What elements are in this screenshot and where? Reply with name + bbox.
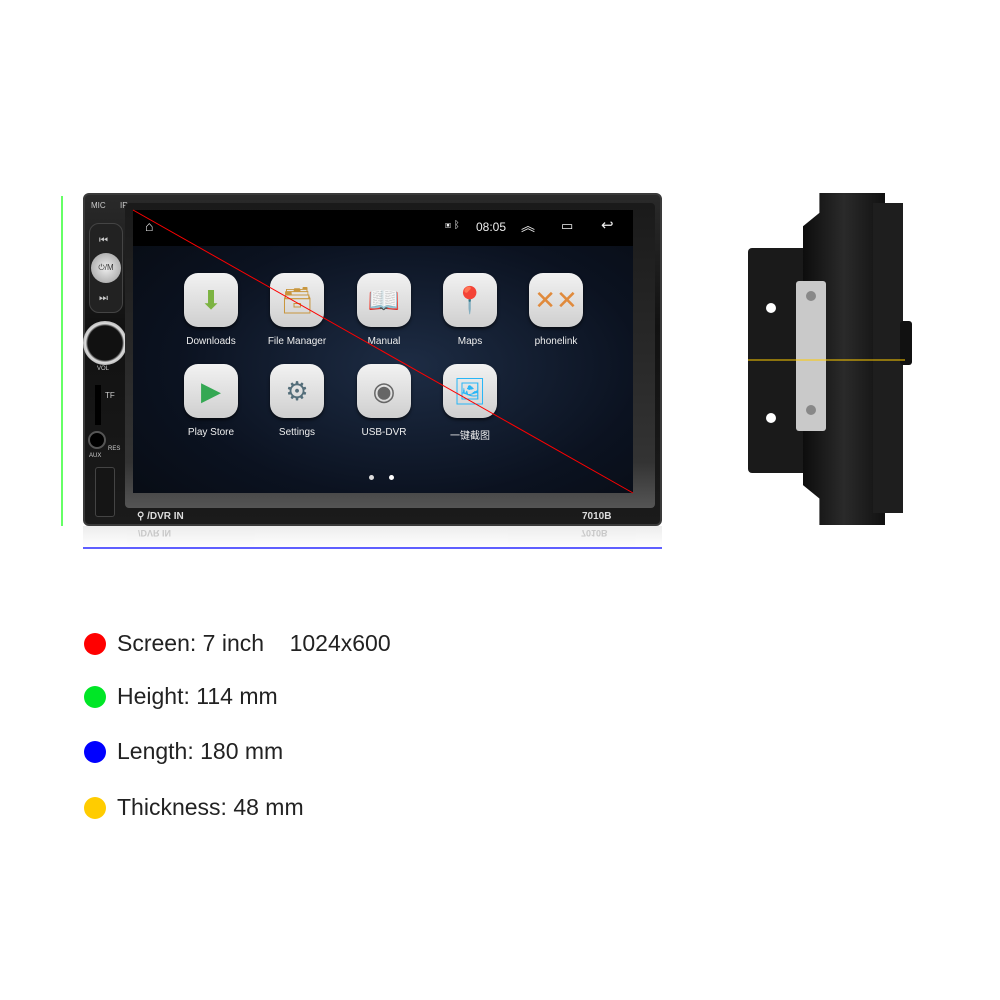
legend-item: Length: 180 mm (84, 738, 283, 765)
legend-text: Height: 114 mm (117, 683, 278, 709)
legend-text: Screen: 7 inch 1024x600 (117, 630, 391, 656)
screen-diagonal-line (132, 209, 634, 494)
legend-dot-icon (84, 796, 106, 819)
legend-text: Length: 180 mm (117, 738, 284, 764)
legend-dot-icon (84, 740, 106, 763)
legend-dot-icon (84, 632, 106, 655)
legend-item: Height: 114 mm (84, 683, 278, 710)
legend-text: Thickness: 48 mm (117, 794, 304, 820)
dimension-lines (61, 196, 905, 549)
legend-dot-icon (84, 685, 106, 708)
legend-item: Thickness: 48 mm (84, 794, 304, 821)
legend-item: Screen: 7 inch 1024x600 (84, 630, 391, 657)
